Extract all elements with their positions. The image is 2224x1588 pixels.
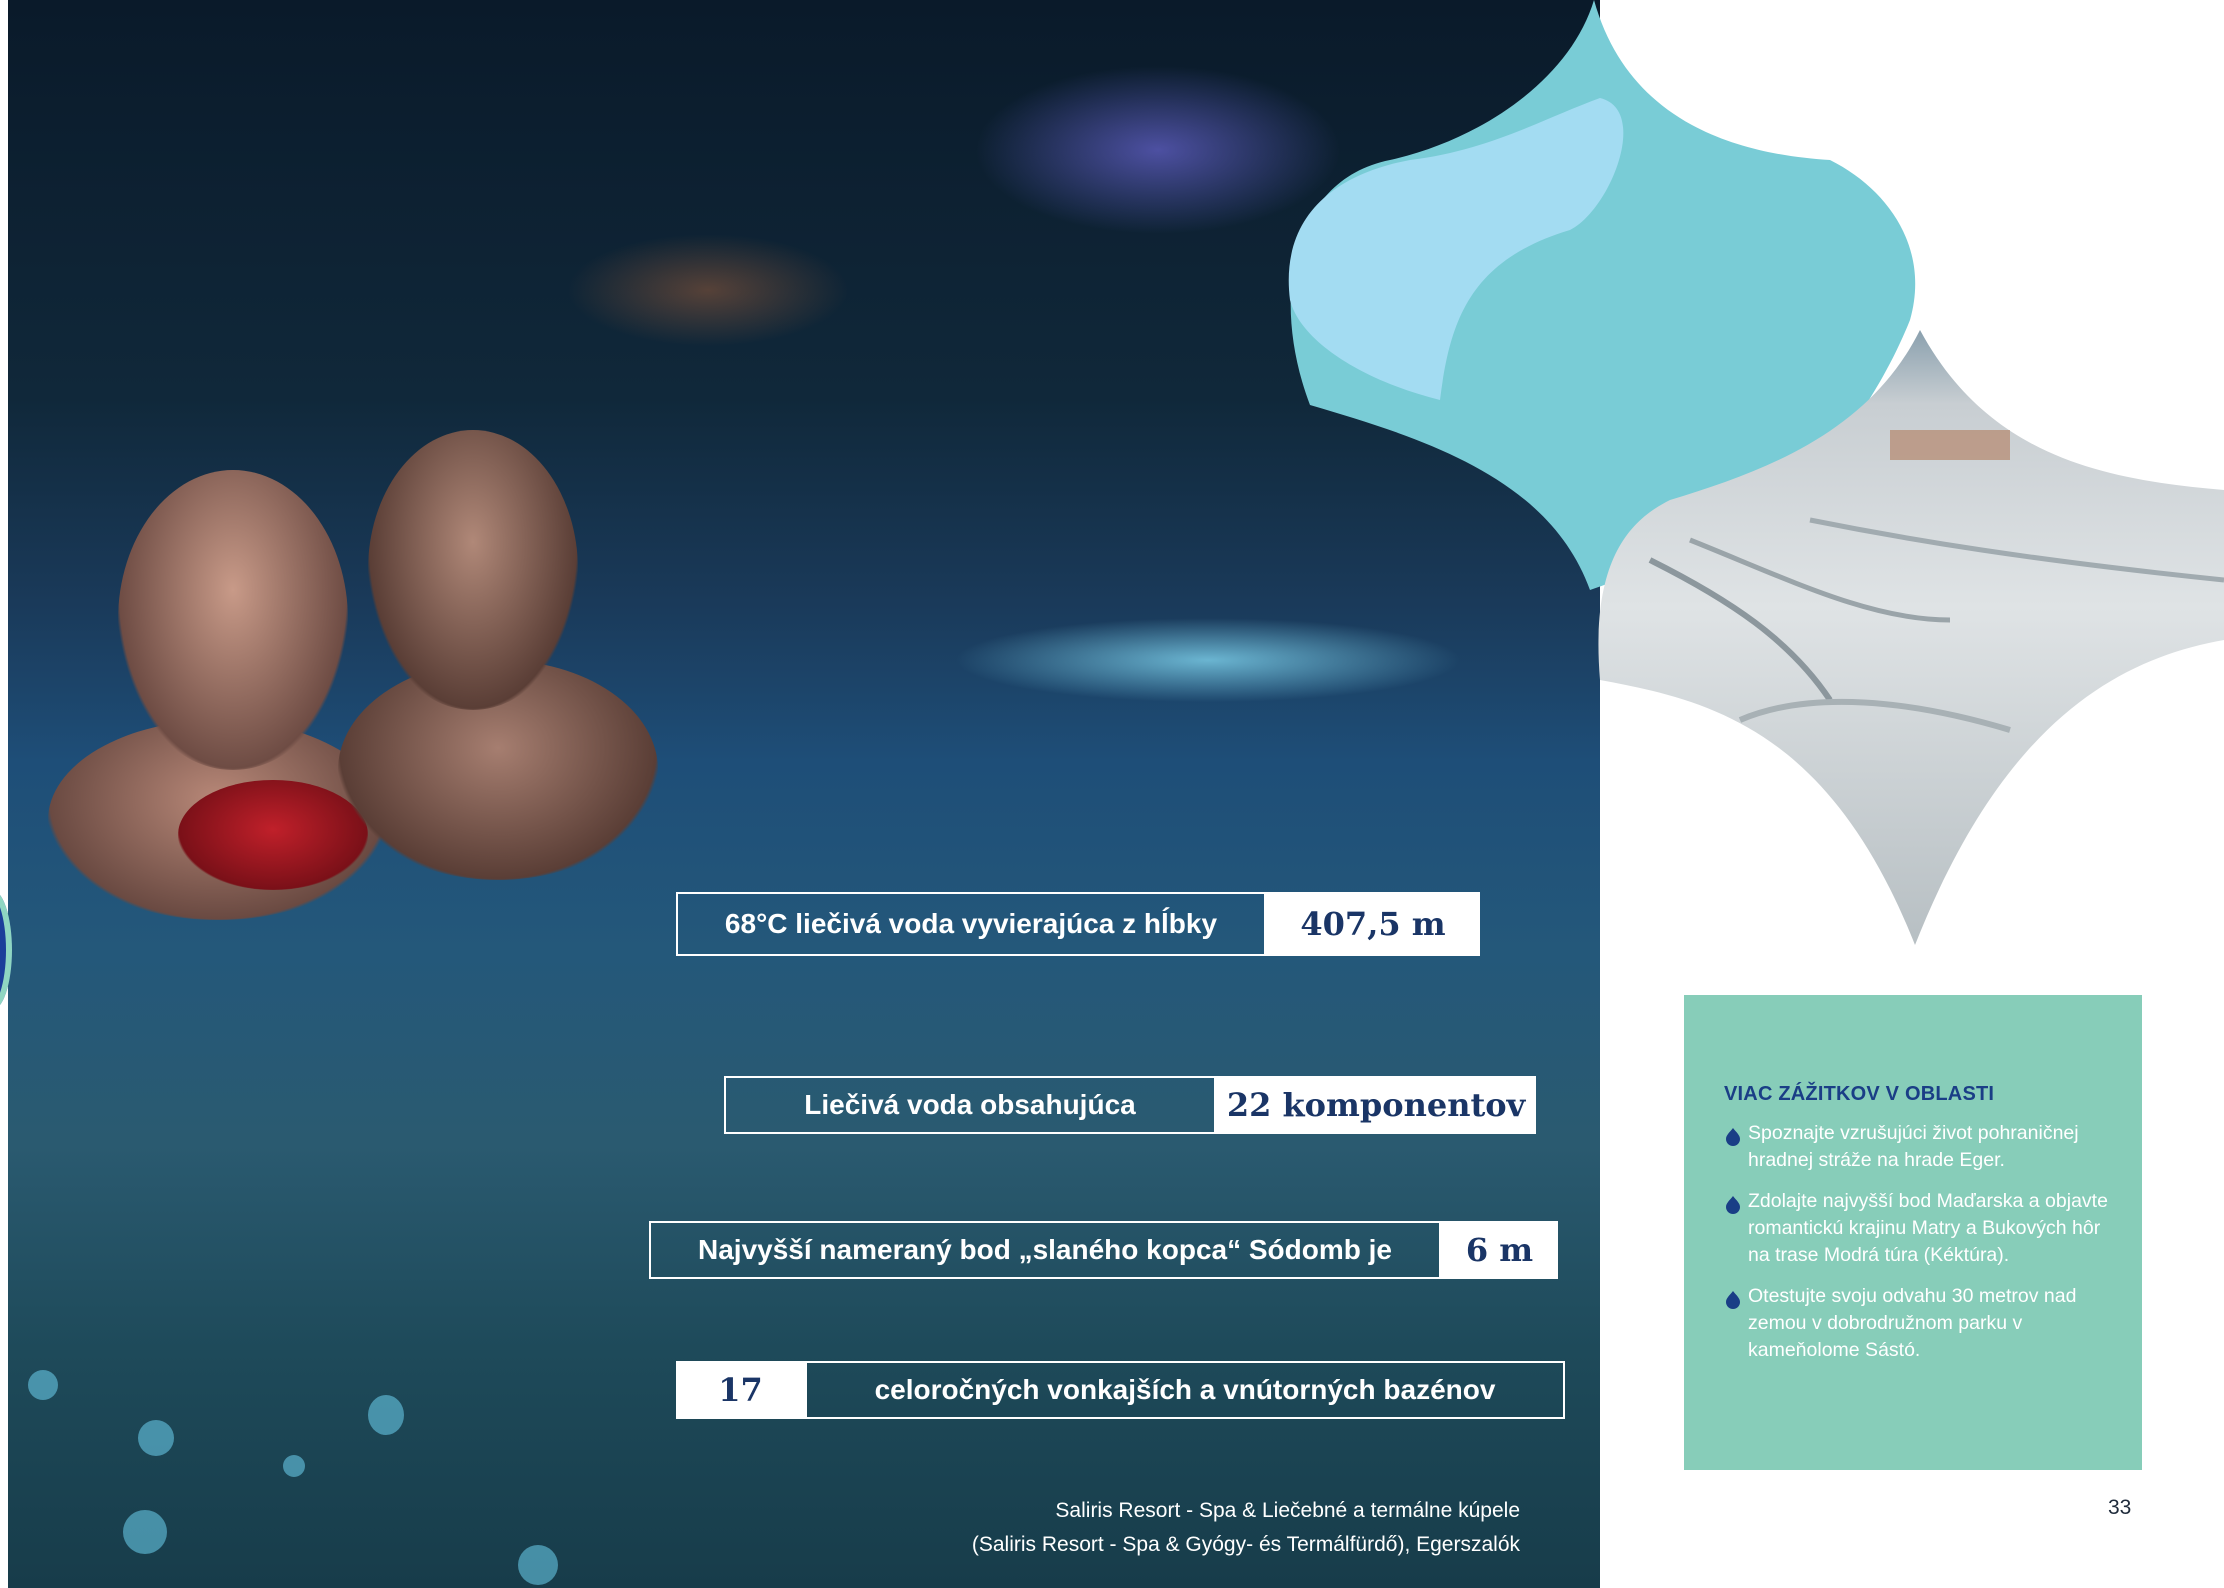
bokeh-light (368, 1395, 404, 1435)
bokeh-light (283, 1455, 305, 1477)
photo-credit: Saliris Resort - Spa & Liečebné a termál… (972, 1494, 1520, 1562)
page-number: 33 (2108, 1496, 2132, 1519)
water-drop-icon (1726, 1128, 1740, 1146)
list-item-text: Otestujte svoju odvahu 30 metrov nad zem… (1748, 1285, 2077, 1361)
page-margin (0, 0, 8, 1588)
list-item-text: Spoznajte vzrušujúci život pohraničnej h… (1748, 1122, 2079, 1171)
list-item: Spoznajte vzrušujúci život pohraničnej h… (1724, 1120, 2112, 1174)
stat-row-sodomb: Najvyšší nameraný bod „slaného kopca“ Só… (649, 1221, 1558, 1279)
stat-label: Najvyšší nameraný bod „slaného kopca“ Só… (649, 1221, 1441, 1279)
stat-value: 6 m (1441, 1221, 1558, 1279)
more-experiences-box: VIAC ZÁŽITKOV V OBLASTI Spoznajte vzrušu… (1684, 995, 2142, 1470)
woman-figure (118, 470, 348, 770)
experiences-list: Spoznajte vzrušujúci život pohraničnej h… (1724, 1120, 2112, 1364)
stat-label: 68°C liečivá voda vyvierajúca z hĺbky (676, 892, 1266, 956)
info-title: VIAC ZÁŽITKOV V OBLASTI (1724, 1083, 1995, 1105)
water-drop-icon (1726, 1291, 1740, 1309)
bokeh-light (123, 1510, 167, 1554)
man-figure (368, 430, 578, 710)
stat-label: celoročných vonkajších a vnútorných bazé… (805, 1361, 1565, 1419)
decorative-shapes (1288, 0, 2224, 945)
water-drop-icon (1726, 1196, 1740, 1214)
bokeh-light (28, 1370, 58, 1400)
bokeh-light (138, 1420, 174, 1456)
credit-line: (Saliris Resort - Spa & Gyógy- és Termál… (971, 1533, 1520, 1556)
stat-row-pools: 17 celoročných vonkajších a vnútorných b… (676, 1361, 1565, 1419)
stat-value: 17 (676, 1361, 805, 1419)
stat-row-components: Liečivá voda obsahujúca 22 komponentov (724, 1076, 1536, 1134)
list-item: Zdolajte najvyšší bod Maďarska a objavte… (1724, 1188, 2112, 1269)
list-item-text: Zdolajte najvyšší bod Maďarska a objavte… (1748, 1190, 2108, 1266)
bokeh-light (518, 1545, 558, 1585)
stat-value: 22 komponentov (1216, 1076, 1536, 1134)
credit-line: Saliris Resort - Spa & Liečebné a termál… (1055, 1499, 1520, 1522)
red-swimsuit (178, 780, 368, 890)
list-item: Otestujte svoju odvahu 30 metrov nad zem… (1724, 1283, 2112, 1364)
stat-label: Liečivá voda obsahujúca (724, 1076, 1216, 1134)
